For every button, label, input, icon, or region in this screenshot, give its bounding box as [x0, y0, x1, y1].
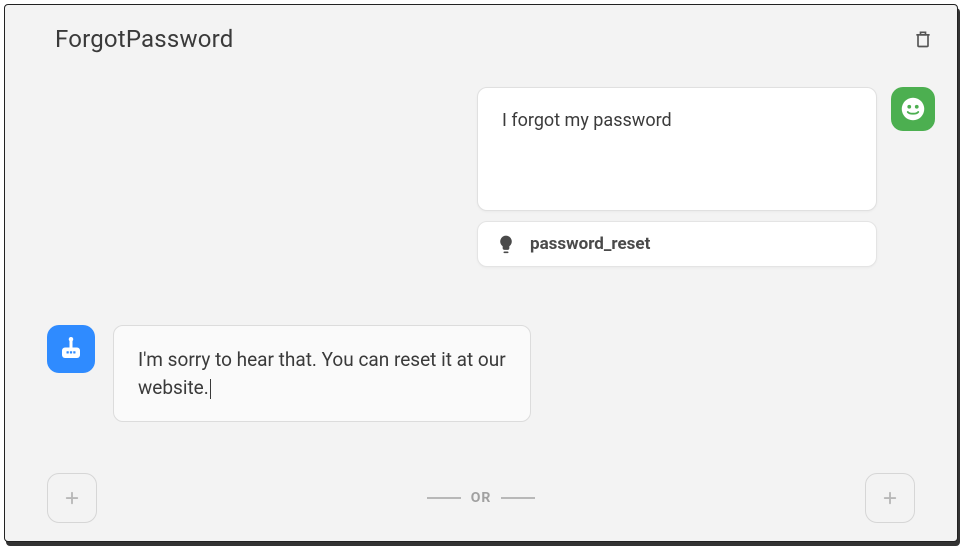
separator-line: [427, 497, 461, 499]
intent-chip[interactable]: password_reset: [477, 221, 877, 267]
or-separator: OR: [427, 490, 536, 506]
bot-turn: I'm sorry to hear that. You can reset it…: [47, 325, 531, 422]
conversation-card: ForgotPassword I forgot my password pass…: [4, 4, 958, 542]
robot-icon: [56, 334, 86, 364]
or-label: OR: [471, 490, 492, 506]
user-turn: I forgot my password password_reset: [477, 87, 935, 267]
intent-label: password_reset: [530, 234, 650, 254]
story-title: ForgotPassword: [55, 25, 233, 53]
lightbulb-icon: [496, 234, 516, 254]
bot-message-text: I'm sorry to hear that. You can reset it…: [138, 348, 506, 399]
plus-icon: [881, 489, 899, 507]
separator-line: [501, 497, 535, 499]
add-left-button[interactable]: [47, 473, 97, 523]
text-cursor: [210, 379, 211, 399]
delete-button[interactable]: [909, 25, 937, 53]
user-turn-column: I forgot my password password_reset: [477, 87, 877, 267]
face-icon: [898, 94, 928, 124]
plus-icon: [63, 489, 81, 507]
bot-avatar: [47, 325, 95, 373]
add-right-button[interactable]: [865, 473, 915, 523]
user-message-text: I forgot my password: [502, 110, 672, 131]
user-avatar: [891, 87, 935, 131]
card-header: ForgotPassword: [55, 25, 937, 53]
card-footer: OR: [47, 473, 915, 523]
trash-icon: [913, 28, 933, 50]
bot-message-bubble[interactable]: I'm sorry to hear that. You can reset it…: [113, 325, 531, 422]
user-message-bubble[interactable]: I forgot my password: [477, 87, 877, 211]
